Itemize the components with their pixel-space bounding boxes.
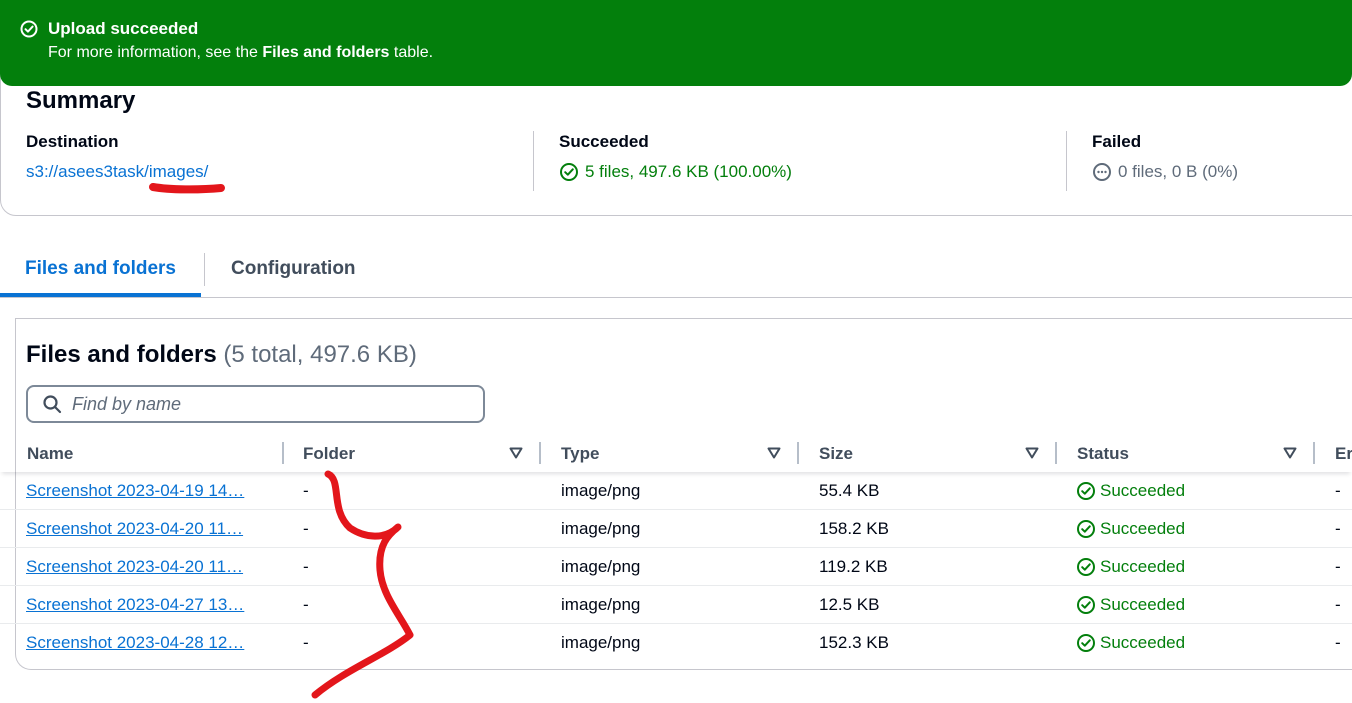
- tab-files-and-folders[interactable]: Files and folders: [0, 250, 201, 297]
- sort-caret-icon[interactable]: [767, 447, 781, 459]
- table-row: Screenshot 2023-04-20 11… - image/png 119.2…: [0, 548, 1352, 586]
- file-name-cell: Screenshot 2023-04-20 11…: [26, 510, 266, 548]
- size-cell: 152.3 KB: [819, 633, 889, 652]
- table-row: Screenshot 2023-04-27 13… - image/png 12.5 …: [0, 586, 1352, 624]
- error-cell: -: [1335, 481, 1341, 500]
- tab-separator: [204, 253, 205, 286]
- file-name-cell: Screenshot 2023-04-28 12…: [26, 624, 266, 662]
- failed-label: Failed: [1092, 132, 1142, 151]
- destination-label: Destination: [26, 132, 119, 151]
- type-cell: image/png: [561, 595, 641, 614]
- column-resizer[interactable]: [797, 442, 799, 464]
- error-cell: -: [1335, 519, 1341, 538]
- search-icon: [43, 395, 62, 414]
- table-body: Screenshot 2023-04-19 14… - image/png 55.4 …: [0, 472, 1352, 662]
- folder-cell: -: [303, 595, 309, 614]
- success-check-icon: [1077, 634, 1095, 652]
- file-name-link[interactable]: Screenshot 2023-04-20 11…: [26, 519, 243, 538]
- column-header-folder[interactable]: Folder: [303, 442, 355, 466]
- type-cell: image/png: [561, 481, 641, 500]
- status-cell: Succeeded: [1076, 586, 1185, 624]
- files-header: Files and folders (5 total, 497.6 KB): [26, 341, 417, 369]
- error-cell: -: [1335, 557, 1341, 576]
- status-text: Succeeded: [1100, 633, 1186, 652]
- banner-title: Upload succeeded: [48, 19, 199, 38]
- ellipsis-circle-icon: [1093, 163, 1111, 181]
- folder-cell: -: [303, 633, 309, 652]
- file-name-link[interactable]: Screenshot 2023-04-19 14…: [26, 481, 244, 500]
- succeeded-label: Succeeded: [559, 132, 649, 151]
- status-text: Succeeded: [1100, 557, 1186, 576]
- status-cell: Succeeded: [1076, 624, 1185, 662]
- status-cell: Succeeded: [1076, 472, 1185, 510]
- column-header-error[interactable]: Er: [1335, 442, 1352, 466]
- summary-divider: [533, 131, 534, 191]
- sort-caret-icon[interactable]: [509, 447, 523, 459]
- upload-success-banner: Upload succeeded For more information, s…: [0, 0, 1352, 86]
- succeeded-value: 5 files, 497.6 KB (100.00%): [585, 162, 792, 181]
- sort-caret-icon[interactable]: [1025, 447, 1039, 459]
- table-header: Name Folder Type Size Status Er: [0, 440, 1352, 472]
- failed-value: 0 files, 0 B (0%): [1118, 162, 1238, 181]
- summary-divider: [1066, 131, 1067, 191]
- column-header-status[interactable]: Status: [1077, 442, 1129, 466]
- banner-message: For more information, see the Files and …: [48, 44, 434, 61]
- check-circle-icon: [20, 20, 38, 38]
- column-header-type[interactable]: Type: [561, 442, 599, 466]
- succeeded-column: Succeeded 5 files, 497.6 KB (100.00%): [559, 131, 792, 183]
- size-cell: 158.2 KB: [819, 519, 889, 538]
- status-text: Succeeded: [1100, 481, 1186, 500]
- column-header-name[interactable]: Name: [27, 442, 73, 466]
- success-check-icon: [560, 163, 578, 181]
- destination-link[interactable]: s3://asees3task/images/: [26, 161, 208, 183]
- status-cell: Succeeded: [1076, 548, 1185, 586]
- files-title: Files and folders: [26, 341, 217, 368]
- type-cell: image/png: [561, 519, 641, 538]
- success-check-icon: [1077, 482, 1095, 500]
- status-text: Succeeded: [1100, 595, 1186, 614]
- column-resizer[interactable]: [539, 442, 541, 464]
- folder-cell: -: [303, 519, 309, 538]
- file-name-link[interactable]: Screenshot 2023-04-28 12…: [26, 633, 244, 652]
- table-row: Screenshot 2023-04-28 12… - image/png 152.3…: [0, 624, 1352, 662]
- file-name-link[interactable]: Screenshot 2023-04-20 11…: [26, 557, 243, 576]
- tab-configuration[interactable]: Configuration: [206, 250, 381, 297]
- files-count: (5 total, 497.6 KB): [223, 341, 417, 368]
- file-name-cell: Screenshot 2023-04-27 13…: [26, 586, 266, 624]
- failed-column: Failed 0 files, 0 B (0%): [1092, 131, 1238, 183]
- column-resizer[interactable]: [1055, 442, 1057, 464]
- size-cell: 119.2 KB: [819, 557, 888, 576]
- summary-title: Summary: [26, 87, 136, 114]
- size-cell: 55.4 KB: [819, 481, 880, 500]
- search-input[interactable]: [72, 393, 452, 415]
- tab-bar: Files and folders Configuration: [0, 250, 1352, 298]
- type-cell: image/png: [561, 633, 641, 652]
- banner-message-bold: Files and folders: [262, 44, 390, 61]
- status-text: Succeeded: [1100, 519, 1186, 538]
- size-cell: 12.5 KB: [819, 595, 880, 614]
- table-row: Screenshot 2023-04-19 14… - image/png 55.4 …: [0, 472, 1352, 510]
- type-cell: image/png: [561, 557, 641, 576]
- search-box[interactable]: [26, 385, 485, 423]
- sort-caret-icon[interactable]: [1283, 447, 1297, 459]
- column-header-size[interactable]: Size: [819, 442, 853, 466]
- file-name-cell: Screenshot 2023-04-19 14…: [26, 472, 266, 510]
- column-resizer[interactable]: [1313, 442, 1315, 464]
- folder-cell: -: [303, 557, 309, 576]
- table-row: Screenshot 2023-04-20 11… - image/png 158.2…: [0, 510, 1352, 548]
- column-resizer[interactable]: [282, 442, 284, 464]
- success-check-icon: [1077, 558, 1095, 576]
- file-name-cell: Screenshot 2023-04-20 11…: [26, 548, 266, 586]
- success-check-icon: [1077, 596, 1095, 614]
- success-check-icon: [1077, 520, 1095, 538]
- status-cell: Succeeded: [1076, 510, 1185, 548]
- error-cell: -: [1335, 595, 1341, 614]
- destination-column: Destination s3://asees3task/images/: [26, 131, 208, 183]
- folder-cell: -: [303, 481, 309, 500]
- error-cell: -: [1335, 633, 1341, 652]
- file-name-link[interactable]: Screenshot 2023-04-27 13…: [26, 595, 244, 614]
